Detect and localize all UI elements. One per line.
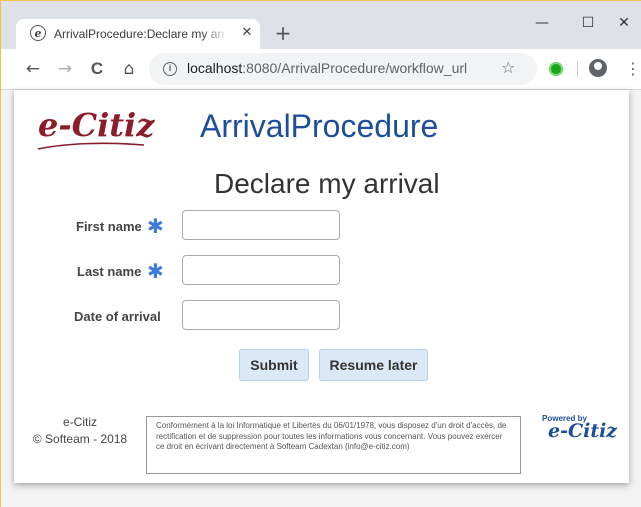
footer-brand: e-Citiz: [62, 415, 97, 429]
app-title: ArrivalProcedure: [200, 108, 439, 144]
ecitiz-favicon-icon: e: [30, 25, 46, 41]
date-of-arrival-label: Date of arrival: [74, 309, 161, 324]
toolbar-separator: [577, 61, 578, 77]
first-name-input[interactable]: [182, 210, 340, 240]
page-viewport: e-Citiz ArrivalProcedure Declare my arri…: [1, 90, 641, 507]
home-button[interactable]: ⌂: [117, 57, 141, 81]
url-path: :8080/ArrivalProcedure/workflow_url: [242, 60, 468, 76]
forward-button[interactable]: →: [53, 57, 77, 81]
form-title: Declare my arrival: [214, 168, 440, 199]
ecitiz-logo: e-Citiz: [38, 106, 155, 144]
resume-later-button[interactable]: Resume later: [319, 349, 428, 381]
url-text: localhost:8080/ArrivalProcedure/workflow…: [187, 60, 467, 76]
logo-swoosh: [37, 142, 145, 150]
new-tab-button[interactable]: +: [273, 23, 293, 43]
footer-credits: e-Citiz © Softeam - 2018: [20, 414, 140, 448]
first-name-required-icon: ✱: [147, 214, 164, 238]
submit-button[interactable]: Submit: [239, 349, 309, 381]
last-name-label: Last name: [77, 264, 142, 279]
browser-tab[interactable]: e ArrivalProcedure:Declare my arrival ✕: [16, 19, 260, 49]
browser-toolbar: ← → C ⌂ i localhost:8080/ArrivalProcedur…: [1, 49, 641, 90]
first-name-label: First name: [76, 219, 142, 234]
form-panel: e-Citiz ArrivalProcedure Declare my arri…: [14, 90, 629, 483]
extension-icon[interactable]: [549, 62, 563, 76]
close-window-button[interactable]: ✕: [607, 11, 641, 35]
powered-by-logo: e-Citiz: [548, 420, 618, 442]
powered-by-badge: Powered by e-Citiz: [530, 412, 620, 452]
tab-close-icon[interactable]: ✕: [238, 24, 256, 42]
last-name-input[interactable]: [182, 255, 340, 285]
date-of-arrival-input[interactable]: [182, 300, 340, 330]
tab-title: ArrivalProcedure:Declare my arrival: [54, 27, 224, 41]
footer-copyright: © Softeam - 2018: [32, 432, 128, 446]
maximize-button[interactable]: ☐: [565, 11, 611, 35]
browser-menu-icon[interactable]: ⋮: [625, 57, 641, 81]
tab-strip: e ArrivalProcedure:Declare my arrival ✕ …: [1, 1, 641, 49]
profile-avatar-icon[interactable]: [589, 59, 607, 77]
tab-title-fade: [202, 25, 228, 43]
privacy-notice: Conformément à la loi Informatique et Li…: [146, 416, 521, 474]
url-host: localhost: [187, 60, 243, 76]
site-info-icon[interactable]: i: [163, 62, 177, 76]
minimize-button[interactable]: —: [519, 11, 565, 35]
last-name-required-icon: ✱: [147, 259, 164, 283]
back-button[interactable]: ←: [21, 57, 45, 81]
bookmark-star-icon[interactable]: ☆: [501, 58, 515, 77]
reload-button[interactable]: C: [85, 57, 109, 81]
address-bar[interactable]: i localhost:8080/ArrivalProcedure/workfl…: [149, 53, 537, 85]
